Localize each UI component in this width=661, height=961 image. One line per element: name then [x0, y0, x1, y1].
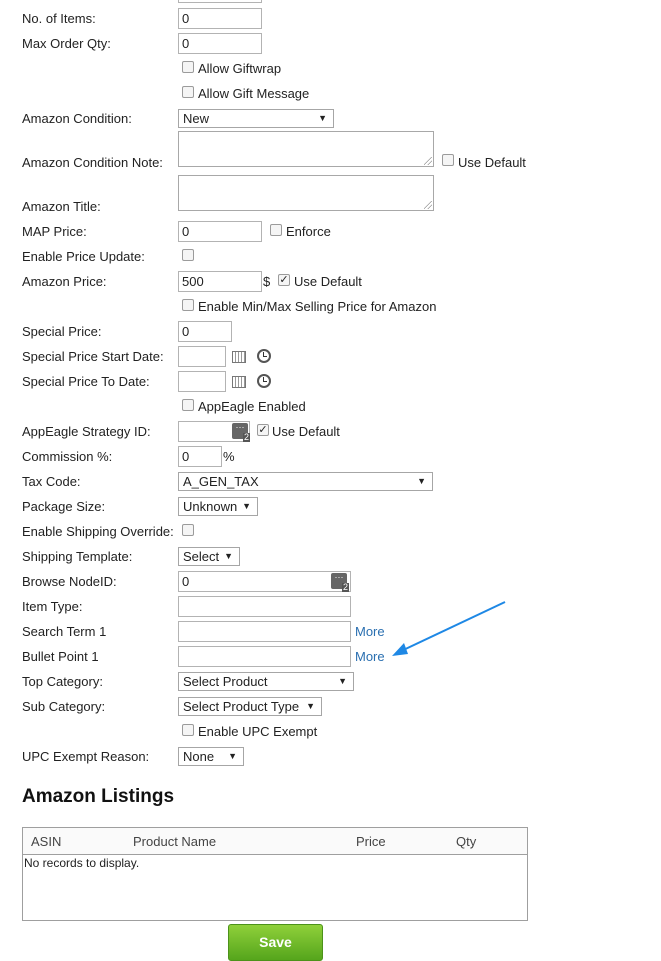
annotation-arrow: [392, 601, 506, 656]
